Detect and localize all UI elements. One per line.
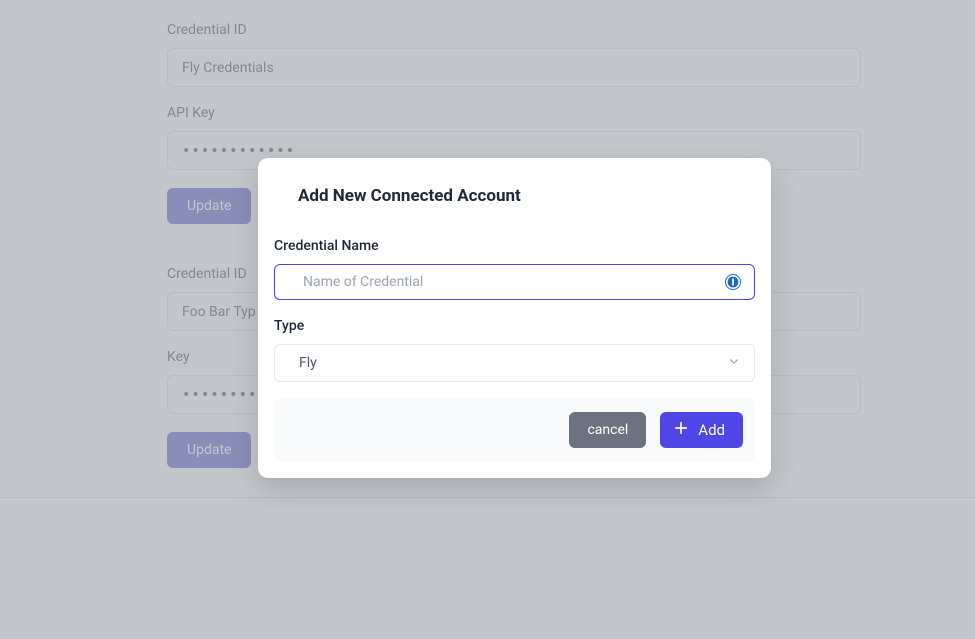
plus-icon [672, 419, 690, 441]
type-select[interactable]: Fly [274, 344, 755, 382]
type-label: Type [274, 318, 755, 334]
modal-actions: cancel Add [274, 398, 755, 462]
password-manager-icon[interactable] [725, 274, 741, 290]
credential-name-input[interactable] [274, 264, 755, 300]
modal-title: Add New Connected Account [298, 186, 755, 206]
cancel-button[interactable]: cancel [569, 412, 646, 448]
add-connected-account-modal: Add New Connected Account Credential Nam… [258, 158, 771, 478]
credential-name-label: Credential Name [274, 238, 755, 254]
add-button[interactable]: Add [660, 412, 743, 448]
add-button-label: Add [698, 421, 725, 439]
